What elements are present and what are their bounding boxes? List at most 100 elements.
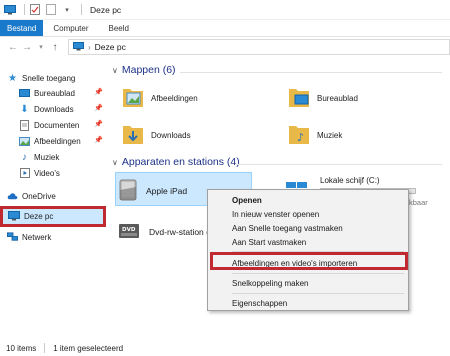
desktop-folder-icon: [288, 85, 310, 111]
video-icon: [19, 168, 30, 179]
navigation-pane: ★ Snelle toegang Bureaublad 📌 ⬇ Download…: [0, 62, 108, 332]
forward-arrow-icon[interactable]: →: [20, 40, 34, 54]
nav-onedrive-label: OneDrive: [22, 191, 56, 201]
customize-toolbar-icon[interactable]: ▾: [61, 4, 73, 16]
device-apple-ipad[interactable]: Apple iPad: [118, 178, 187, 204]
device-dvd[interactable]: DVD Dvd-rw-station (: [118, 220, 209, 244]
svg-text:♪: ♪: [297, 131, 304, 144]
folder-muziek[interactable]: ♪ Muziek: [288, 122, 342, 148]
nav-quick-access-label: Snelle toegang: [22, 73, 76, 83]
dvd-drive-icon: DVD: [118, 220, 140, 244]
status-item-count: 10 items: [6, 343, 37, 353]
title-separator: [24, 4, 25, 15]
nav-item-label: Downloads: [34, 104, 74, 114]
group-divider: [180, 72, 442, 73]
folder-label: Afbeeldingen: [151, 93, 198, 103]
pin-icon[interactable]: 📌: [94, 88, 103, 96]
status-bar: 10 items 1 item geselecteerd: [0, 340, 450, 356]
nav-this-pc-label: Deze pc: [24, 211, 54, 221]
download-icon: ⬇: [20, 103, 29, 115]
pin-icon[interactable]: 📌: [94, 120, 103, 128]
local-disk-label: Lokale schijf (C:): [320, 176, 380, 185]
menu-item-properties[interactable]: Eigenschappen: [208, 296, 408, 310]
ribbon-tabs: Bestand Computer Beeld: [0, 20, 450, 37]
context-menu: Openen In nieuw venster openen Aan Snell…: [207, 189, 409, 311]
nav-item-downloads[interactable]: ⬇ Downloads: [19, 102, 74, 116]
star-icon: ★: [8, 72, 17, 84]
nav-item-afbeeldingen[interactable]: Afbeeldingen: [19, 134, 81, 148]
recent-locations-icon[interactable]: ▾: [34, 40, 48, 54]
tab-beeld[interactable]: Beeld: [98, 20, 138, 36]
folder-label: Bureaublad: [317, 93, 358, 103]
menu-item-pin-start[interactable]: Aan Start vastmaken: [208, 235, 408, 249]
svg-text:DVD: DVD: [122, 227, 136, 233]
folders-group-title: Mappen (6): [121, 64, 176, 76]
tab-bestand[interactable]: Bestand: [0, 20, 44, 36]
document-icon: [19, 119, 30, 131]
menu-item-openen[interactable]: Openen: [208, 193, 408, 207]
up-arrow-icon[interactable]: ↑: [48, 40, 62, 54]
address-bar[interactable]: › Deze pc: [68, 39, 450, 55]
nav-item-label: Bureaublad: [34, 88, 75, 98]
status-separator: [44, 343, 46, 353]
nav-item-label: Afbeeldingen: [34, 136, 81, 146]
chevron-down-icon: ∨: [112, 65, 118, 75]
chevron-down-icon: ∨: [112, 157, 118, 167]
nav-item-label: Documenten: [34, 120, 80, 130]
nav-this-pc[interactable]: Deze pc: [8, 209, 53, 223]
folder-bureaublad[interactable]: Bureaublad: [288, 85, 358, 111]
folder-afbeeldingen[interactable]: Afbeeldingen: [122, 85, 198, 111]
nav-network-label: Netwerk: [22, 232, 52, 242]
chevron-right-icon: ›: [88, 42, 91, 52]
nav-onedrive[interactable]: OneDrive: [7, 189, 56, 203]
back-arrow-icon[interactable]: ←: [6, 40, 20, 54]
nav-network[interactable]: Netwerk: [7, 230, 51, 244]
address-row: ← → ▾ ↑ › Deze pc: [0, 37, 450, 57]
downloads-folder-icon: [122, 122, 144, 148]
nav-item-muziek[interactable]: ♪ Muziek: [19, 150, 59, 164]
nav-item-bureaublad[interactable]: Bureaublad: [19, 86, 75, 100]
menu-item-open-new-window[interactable]: In nieuw venster openen: [208, 207, 408, 221]
computer-icon: [4, 4, 16, 16]
nav-item-videos[interactable]: Video's: [19, 166, 60, 180]
computer-icon: [8, 211, 20, 222]
network-icon: [7, 232, 18, 243]
nav-item-label: Video's: [34, 168, 60, 178]
menu-item-pin-quick-access[interactable]: Aan Snelle toegang vastmaken: [208, 221, 408, 235]
folder-label: Muziek: [317, 130, 343, 140]
title-separator-2: [81, 4, 82, 15]
ipad-device-icon: [118, 178, 138, 204]
device-label: Dvd-rw-station (: [149, 227, 209, 237]
nav-item-label: Muziek: [34, 152, 60, 162]
desktop-icon: [19, 88, 30, 99]
local-disk-free-text: kbaar: [409, 198, 428, 207]
title-bar: ▾ Deze pc: [0, 0, 450, 20]
device-label: Apple iPad: [146, 186, 188, 196]
devices-group-title: Apparaten en stations (4): [121, 156, 240, 168]
group-divider: [236, 164, 442, 165]
nav-quick-access[interactable]: ★ Snelle toegang: [7, 71, 75, 85]
import-highlight-box: [210, 252, 408, 270]
folder-downloads[interactable]: Downloads: [122, 122, 191, 148]
menu-item-create-shortcut[interactable]: Snelkoppeling maken: [208, 276, 408, 290]
address-path: Deze pc: [94, 42, 126, 52]
folder-label: Downloads: [151, 130, 191, 140]
properties-icon[interactable]: [29, 4, 41, 16]
music-icon: ♪: [22, 151, 27, 163]
window-title: Deze pc: [90, 4, 122, 15]
menu-separator: [232, 293, 404, 294]
status-selection: 1 item geselecteerd: [53, 343, 124, 353]
cloud-icon: [7, 191, 18, 202]
devices-group-header[interactable]: ∨ Apparaten en stations (4): [112, 156, 240, 168]
pin-icon[interactable]: 📌: [94, 104, 103, 112]
nav-item-documenten[interactable]: Documenten: [19, 118, 79, 132]
folders-group-header[interactable]: ∨ Mappen (6): [112, 64, 176, 76]
music-folder-icon: ♪: [288, 122, 310, 148]
pictures-icon: [19, 136, 30, 147]
new-folder-icon[interactable]: [45, 4, 57, 16]
menu-separator: [232, 273, 404, 274]
pictures-folder-icon: [122, 85, 144, 111]
pin-icon[interactable]: 📌: [94, 136, 103, 144]
tab-computer[interactable]: Computer: [43, 20, 98, 36]
computer-icon: [73, 41, 84, 53]
